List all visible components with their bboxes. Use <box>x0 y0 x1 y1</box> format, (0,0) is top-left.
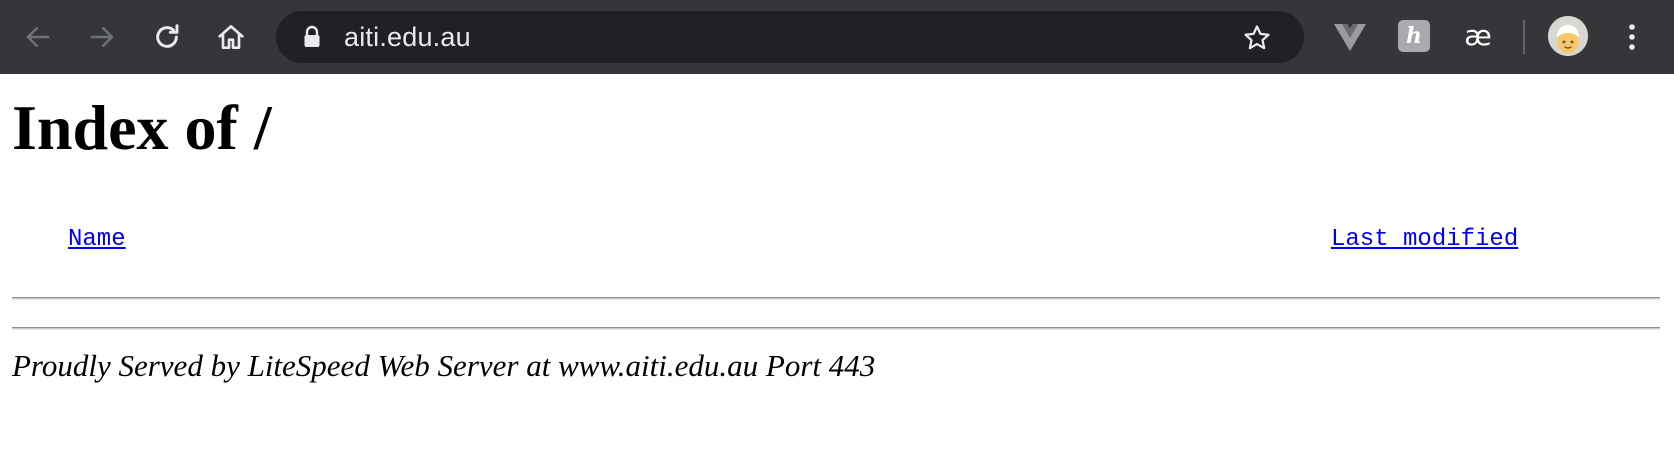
name-column-sort-link[interactable]: Name <box>68 226 126 254</box>
ae-extension-icon[interactable]: æ <box>1456 14 1500 58</box>
hypothesis-extension-icon[interactable]: h <box>1398 20 1430 52</box>
horizontal-rule-top <box>12 297 1660 300</box>
profile-avatar[interactable] <box>1548 16 1588 56</box>
vue-devtools-extension-button[interactable] <box>1326 13 1374 61</box>
back-button[interactable] <box>14 13 62 61</box>
back-arrow-icon <box>26 27 50 47</box>
browser-toolbar: aiti.edu.au h æ <box>0 0 1674 74</box>
lock-icon[interactable] <box>302 25 322 54</box>
last-modified-column-sort-link[interactable]: Last modified <box>1331 226 1518 254</box>
home-icon <box>218 25 244 49</box>
reload-icon <box>156 24 179 48</box>
forward-arrow-icon <box>90 27 114 47</box>
toolbar-divider <box>1523 20 1525 54</box>
horizontal-rule-bottom <box>12 327 1660 330</box>
home-button[interactable] <box>207 13 255 61</box>
avatar-face-icon <box>1548 16 1588 56</box>
page-title: Index of / <box>12 92 272 163</box>
address-bar-url[interactable]: aiti.edu.au <box>344 11 471 63</box>
reload-button[interactable] <box>143 13 191 61</box>
forward-button[interactable] <box>78 13 126 61</box>
address-bar[interactable]: aiti.edu.au <box>276 11 1304 63</box>
page-content: Index of / Name Last modified Proudly Se… <box>0 74 1674 474</box>
star-icon[interactable] <box>1242 23 1272 58</box>
vertical-dots-menu-icon <box>1629 24 1635 50</box>
browser-menu-button[interactable] <box>1608 13 1656 61</box>
vue-devtools-icon <box>1334 24 1366 51</box>
server-signature: Proudly Served by LiteSpeed Web Server a… <box>12 348 876 383</box>
